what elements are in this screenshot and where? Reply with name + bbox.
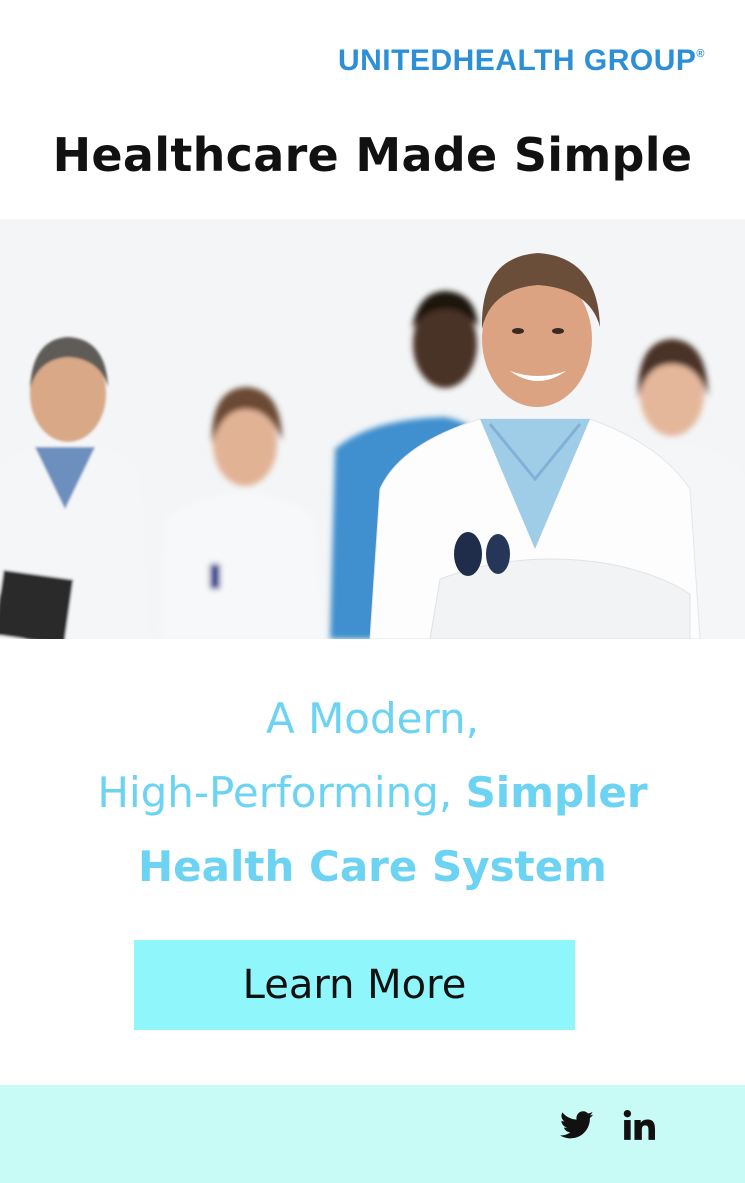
brand-logo[interactable]: UNITEDHEALTH GROUP®: [338, 44, 705, 78]
tagline-line-2-bold: Simpler: [465, 768, 648, 817]
registered-mark: ®: [696, 48, 705, 60]
learn-more-button[interactable]: Learn More: [134, 940, 575, 1030]
hero-image: [0, 219, 745, 639]
tagline-line-2: High-Performing, Simpler: [0, 756, 745, 830]
footer-bar: [0, 1085, 745, 1183]
tagline-line-1: A Modern,: [265, 694, 479, 743]
tagline: A Modern, High-Performing, Simpler Healt…: [0, 682, 745, 904]
linkedin-icon[interactable]: [622, 1108, 656, 1146]
brand-logo-text: UNITEDHEALTH GROUP: [337, 44, 697, 77]
tagline-line-3: Health Care System: [138, 842, 607, 891]
tagline-line-2-regular: High-Performing,: [97, 768, 466, 817]
twitter-icon[interactable]: [558, 1108, 596, 1146]
doctors-group-illustration: [0, 219, 745, 639]
headline: Healthcare Made Simple: [52, 128, 693, 182]
